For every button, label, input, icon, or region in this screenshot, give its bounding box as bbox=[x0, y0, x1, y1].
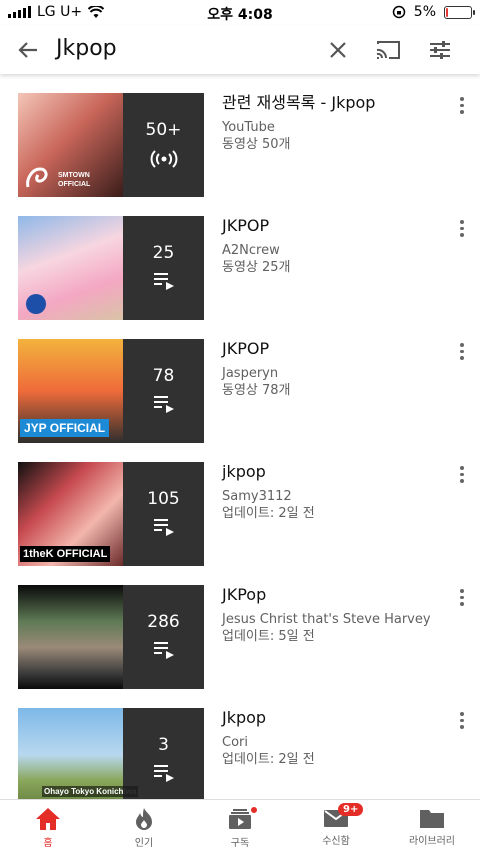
thumbnail-image: Ohayo Tokyo Konichiwa bbox=[18, 708, 139, 799]
video-count: 78 bbox=[152, 366, 175, 386]
item-meta: 동영상 78개 bbox=[222, 383, 291, 398]
playlist-icon bbox=[154, 765, 174, 782]
thumbnail-image bbox=[18, 585, 123, 689]
playlist-icon bbox=[154, 273, 174, 290]
playlist-overlay: 105 bbox=[123, 462, 204, 566]
item-meta: 업데이트: 2일 전 bbox=[222, 506, 315, 521]
list-item[interactable]: SMTOWN OFFICIAL 50+ 관련 재생목록 - Jkpop YouT… bbox=[0, 74, 480, 197]
status-bar: LG U+ 오후 4:08 5% bbox=[0, 0, 480, 26]
back-arrow-icon[interactable] bbox=[12, 34, 44, 66]
cast-icon[interactable] bbox=[372, 34, 404, 66]
folder-icon bbox=[420, 810, 444, 828]
item-title[interactable]: 관련 재생목록 - Jkpop bbox=[222, 93, 442, 113]
playlist-thumbnail[interactable]: 25 bbox=[18, 216, 204, 320]
video-count: 3 bbox=[158, 735, 169, 755]
thumbnail-image: SMTOWN OFFICIAL bbox=[18, 93, 123, 197]
tab-label: 홈 bbox=[43, 838, 53, 849]
tab-label: 구독 bbox=[230, 838, 250, 849]
playlist-icon bbox=[154, 519, 174, 536]
clear-icon[interactable] bbox=[322, 34, 354, 66]
list-item[interactable]: 25 JKPOP A2Ncrew 동영상 25개 bbox=[0, 197, 480, 320]
item-meta: 동영상 25개 bbox=[222, 260, 291, 275]
bottom-nav: 홈 인기 구독 9+ 수신함 라이브러리 bbox=[0, 799, 480, 853]
home-icon bbox=[36, 808, 60, 830]
tab-label: 라이브러리 bbox=[409, 836, 455, 847]
more-options-icon[interactable] bbox=[456, 586, 468, 607]
item-channel: Cori bbox=[222, 735, 248, 750]
playlist-thumbnail[interactable]: JYP OFFICIAL 78 bbox=[18, 339, 204, 443]
item-channel: Jesus Christ that's Steve Harvey bbox=[222, 612, 431, 627]
search-query[interactable]: Jkpop bbox=[56, 36, 117, 61]
playlist-thumbnail[interactable]: Ohayo Tokyo Konichiwa 3 bbox=[18, 708, 204, 799]
tab-subscriptions[interactable]: 구독 bbox=[192, 800, 288, 853]
playlist-thumbnail[interactable]: 1theK OFFICIAL 105 bbox=[18, 462, 204, 566]
list-item[interactable]: 1theK OFFICIAL 105 jkpop Samy3112 업데이트: … bbox=[0, 443, 480, 566]
subscriptions-icon bbox=[229, 809, 251, 829]
item-title[interactable]: JKPOP bbox=[222, 216, 442, 236]
item-channel: YouTube bbox=[222, 120, 275, 135]
item-title[interactable]: JKPOP bbox=[222, 339, 442, 359]
thumbnail-image: 1theK OFFICIAL bbox=[18, 462, 123, 566]
playlist-icon bbox=[154, 642, 174, 659]
item-title[interactable]: jkpop bbox=[222, 462, 442, 482]
playlist-thumbnail[interactable]: 286 bbox=[18, 585, 204, 689]
orientation-lock-icon bbox=[392, 5, 406, 19]
playlist-icon bbox=[154, 396, 174, 413]
item-channel: Samy3112 bbox=[222, 489, 292, 504]
item-meta: 업데이트: 5일 전 bbox=[222, 629, 315, 644]
playlist-overlay: 286 bbox=[123, 585, 204, 689]
warner-logo-icon bbox=[26, 294, 46, 314]
item-meta: 업데이트: 2일 전 bbox=[222, 752, 315, 767]
filter-icon[interactable] bbox=[424, 34, 456, 66]
playlist-overlay: 25 bbox=[123, 216, 204, 320]
results-list: SMTOWN OFFICIAL 50+ 관련 재생목록 - Jkpop YouT… bbox=[0, 74, 480, 799]
tab-library[interactable]: 라이브러리 bbox=[384, 800, 480, 853]
thumbnail-badge: 1theK OFFICIAL bbox=[20, 546, 111, 562]
video-count: 286 bbox=[147, 612, 180, 632]
tab-trending[interactable]: 인기 bbox=[96, 800, 192, 853]
battery-percent: 5% bbox=[413, 4, 436, 20]
playlist-overlay: 78 bbox=[123, 339, 204, 443]
playlist-thumbnail[interactable]: SMTOWN OFFICIAL 50+ bbox=[18, 93, 204, 197]
search-header: Jkpop bbox=[0, 26, 480, 74]
live-radio-icon bbox=[150, 150, 178, 168]
list-item[interactable]: Ohayo Tokyo Konichiwa 3 Jkpop Cori 업데이트:… bbox=[0, 689, 480, 799]
more-options-icon[interactable] bbox=[456, 94, 468, 115]
inbox-badge: 9+ bbox=[338, 803, 364, 816]
thumbnail-image: JYP OFFICIAL bbox=[18, 339, 123, 443]
tab-home[interactable]: 홈 bbox=[0, 800, 96, 853]
tab-inbox[interactable]: 9+ 수신함 bbox=[288, 800, 384, 853]
thumbnail-badge: SMTOWN OFFICIAL bbox=[58, 172, 91, 188]
thumbnail-badge: JYP OFFICIAL bbox=[20, 419, 110, 437]
list-item[interactable]: JYP OFFICIAL 78 JKPOP Jasperyn 동영상 78개 bbox=[0, 320, 480, 443]
more-options-icon[interactable] bbox=[456, 340, 468, 361]
more-options-icon[interactable] bbox=[456, 217, 468, 238]
item-meta: 동영상 50개 bbox=[222, 137, 291, 152]
list-item[interactable]: 286 JKPop Jesus Christ that's Steve Harv… bbox=[0, 566, 480, 689]
item-title[interactable]: JKPop bbox=[222, 585, 458, 605]
battery-icon bbox=[444, 5, 475, 19]
flame-icon bbox=[136, 808, 152, 830]
new-content-dot bbox=[250, 806, 258, 814]
more-options-icon[interactable] bbox=[456, 709, 468, 730]
item-channel: Jasperyn bbox=[222, 366, 279, 381]
video-count: 105 bbox=[147, 489, 180, 509]
item-channel: A2Ncrew bbox=[222, 243, 280, 258]
tab-label: 수신함 bbox=[322, 836, 350, 847]
playlist-overlay: 3 bbox=[123, 708, 204, 799]
video-count: 50+ bbox=[145, 120, 182, 140]
more-options-icon[interactable] bbox=[456, 463, 468, 484]
item-title[interactable]: Jkpop bbox=[222, 708, 442, 728]
playlist-overlay: 50+ bbox=[123, 93, 204, 197]
thumbnail-image bbox=[18, 216, 123, 320]
smtown-logo-icon bbox=[26, 167, 48, 188]
video-count: 25 bbox=[152, 243, 175, 263]
tab-label: 인기 bbox=[134, 838, 154, 849]
